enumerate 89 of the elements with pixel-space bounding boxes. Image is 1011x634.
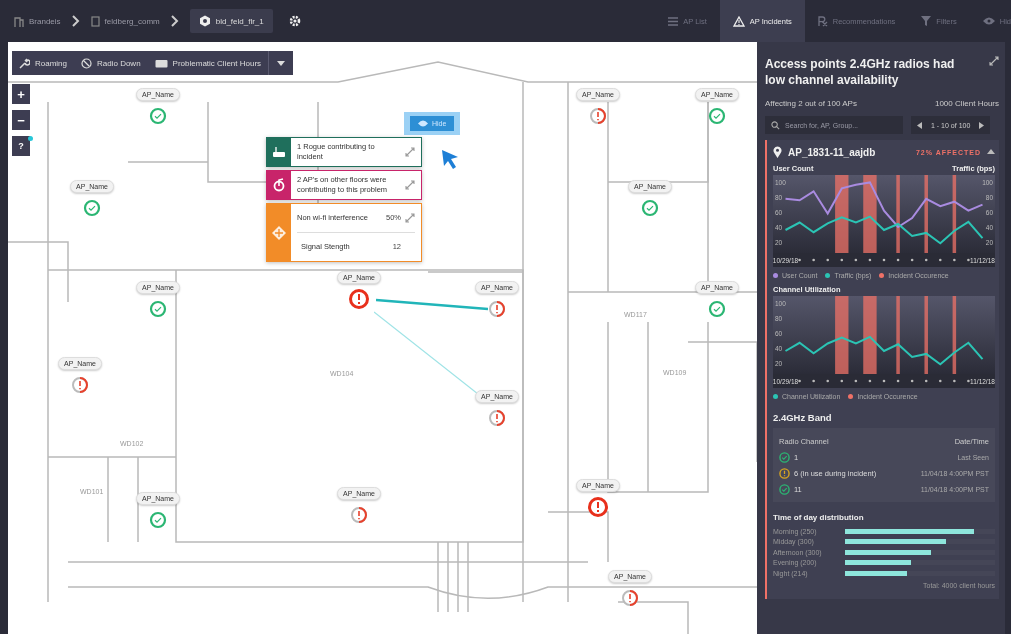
ap-check-icon[interactable] bbox=[149, 300, 167, 318]
wrench-icon bbox=[19, 57, 30, 69]
axis-dot-icon bbox=[967, 379, 970, 383]
hexagon-icon bbox=[198, 15, 211, 27]
axis-dot-icon bbox=[868, 258, 872, 262]
axis-dot-icon bbox=[953, 258, 956, 262]
ap-warning-icon[interactable] bbox=[350, 506, 368, 524]
ap-warning-icon[interactable] bbox=[621, 589, 639, 607]
ap-check-icon[interactable] bbox=[708, 107, 726, 125]
help-button[interactable]: ? bbox=[12, 136, 30, 156]
filter-button[interactable]: Problematic Client Hours bbox=[147, 51, 269, 75]
axis-dot-icon bbox=[854, 258, 858, 262]
ap-check-icon[interactable] bbox=[708, 300, 726, 318]
axis-dot-icon bbox=[924, 258, 928, 262]
ap-warning-icon[interactable] bbox=[71, 376, 89, 394]
axis-dot-icon bbox=[882, 379, 886, 383]
filter-button[interactable]: Roaming bbox=[12, 51, 74, 75]
zoom-out-button[interactable]: − bbox=[12, 110, 30, 130]
expand-icon[interactable] bbox=[405, 147, 415, 157]
list-icon bbox=[668, 16, 679, 26]
section-title: 2.4GHz Band bbox=[773, 412, 833, 423]
previous-icon[interactable] bbox=[917, 121, 923, 129]
eye-icon bbox=[418, 120, 428, 127]
warning-icon bbox=[732, 15, 745, 27]
breadcrumb-link[interactable]: Brandeis bbox=[14, 15, 61, 27]
no-signal-icon bbox=[81, 57, 92, 69]
diamond-icon bbox=[272, 225, 286, 240]
ap-check-icon[interactable] bbox=[149, 107, 167, 125]
axis-dot-icon bbox=[840, 379, 844, 383]
floor-selector[interactable]: bld_feld_flr_1 bbox=[189, 9, 273, 33]
filter-button[interactable]: Radio Down bbox=[74, 51, 148, 75]
axis-dot-icon bbox=[924, 379, 928, 383]
eye-icon bbox=[982, 17, 995, 25]
axis-dot-icon bbox=[868, 379, 872, 383]
ap-check-icon[interactable] bbox=[149, 511, 167, 529]
axis-dot-icon bbox=[967, 258, 970, 262]
axis-dot-icon bbox=[896, 379, 900, 383]
notification-dot bbox=[28, 136, 33, 141]
axis-dot-icon bbox=[910, 258, 914, 262]
check-circle-icon bbox=[779, 483, 790, 495]
client-hours: 1000 Client Hours bbox=[934, 99, 999, 108]
chevron-right-icon bbox=[169, 15, 180, 27]
prescription-icon bbox=[817, 15, 828, 27]
device-icon bbox=[154, 58, 168, 68]
incident-title: Access points 2.4GHz radios had low channel availability bbox=[765, 56, 956, 88]
affected-count: Affecting 2 out of 100 APs bbox=[765, 99, 857, 108]
axis-dot-icon bbox=[953, 379, 956, 383]
chevron-right-icon bbox=[70, 15, 81, 27]
search-icon bbox=[771, 120, 780, 130]
axis-dot-icon bbox=[812, 258, 815, 262]
location-pin-icon bbox=[773, 146, 782, 158]
ap-check-icon[interactable] bbox=[641, 199, 659, 217]
axis-dot-icon bbox=[882, 258, 886, 262]
ap-warning-icon[interactable] bbox=[488, 300, 506, 318]
caret-down-icon bbox=[277, 60, 286, 66]
ap-alert-icon[interactable] bbox=[348, 288, 370, 310]
ap-name: AP_1831-11_aajdb bbox=[788, 146, 877, 158]
ap-warning-icon[interactable] bbox=[589, 107, 607, 125]
cursor-arrow-icon bbox=[440, 148, 460, 170]
axis-dot-icon bbox=[910, 379, 914, 383]
zoom-in-button[interactable]: + bbox=[12, 84, 30, 104]
axis-dot-icon bbox=[826, 379, 829, 383]
document-icon bbox=[90, 15, 100, 27]
section-title: Time of day distribution bbox=[773, 513, 865, 522]
breadcrumb-link[interactable]: feldberg_comm bbox=[90, 15, 160, 27]
ap-warning-icon[interactable] bbox=[488, 409, 506, 427]
axis-dot-icon bbox=[798, 258, 801, 262]
next-icon[interactable] bbox=[978, 121, 985, 129]
axis-dot-icon bbox=[939, 258, 942, 262]
filter-icon bbox=[921, 16, 932, 26]
axis-dot-icon bbox=[826, 258, 829, 262]
building-icon bbox=[14, 15, 24, 27]
axis-dot-icon bbox=[854, 379, 858, 383]
ap-alert-icon[interactable] bbox=[587, 496, 609, 518]
axis-dot-icon bbox=[812, 379, 815, 383]
axis-dot-icon bbox=[840, 258, 844, 262]
axis-dot-icon bbox=[939, 379, 942, 383]
expand-icon[interactable] bbox=[405, 213, 415, 223]
expand-icon[interactable] bbox=[989, 56, 999, 66]
settings-icon[interactable] bbox=[288, 15, 301, 27]
axis-dot-icon bbox=[798, 379, 801, 383]
caret-up-icon[interactable] bbox=[987, 149, 995, 155]
axis-dot-icon bbox=[896, 258, 900, 262]
expand-icon[interactable] bbox=[405, 180, 415, 190]
check-circle-icon bbox=[779, 451, 790, 463]
router-icon bbox=[272, 146, 286, 158]
ap-check-icon[interactable] bbox=[83, 199, 101, 217]
warning-circle-icon bbox=[779, 467, 790, 479]
spiral-icon bbox=[273, 178, 285, 192]
